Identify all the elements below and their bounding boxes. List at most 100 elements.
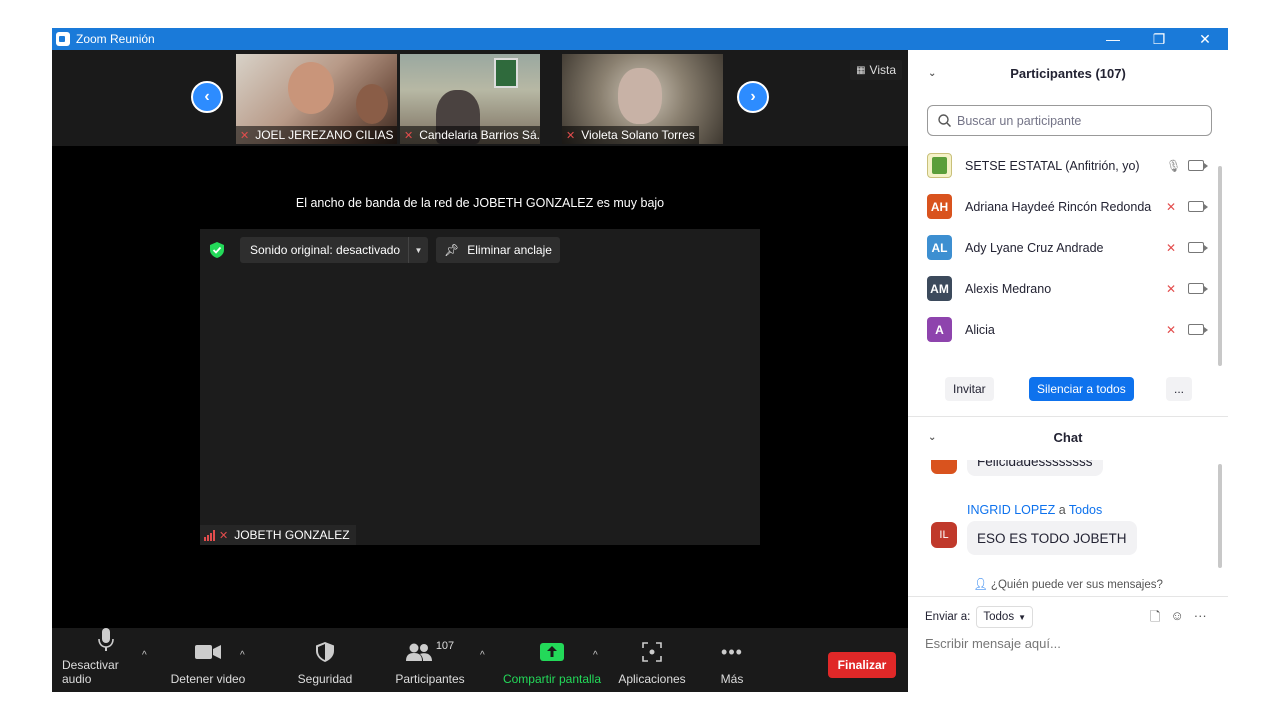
participant-row[interactable]: A Alicia ✕ (908, 309, 1218, 350)
participant-search-input[interactable]: Buscar un participante (927, 105, 1212, 136)
mic-muted-icon[interactable]: ✕ (1166, 241, 1176, 255)
mic-muted-icon[interactable]: ✕ (1166, 282, 1176, 296)
chevron-right-icon: › (750, 88, 756, 105)
chat-header: ⌄ Chat (928, 429, 1083, 445)
video-thumbnail[interactable]: ✕ Violeta Solano Torres (562, 54, 723, 144)
organization-logo-icon (932, 157, 947, 174)
minimize-button[interactable]: — (1090, 28, 1136, 50)
active-speaker-name: ✕ JOBETH GONZALEZ (200, 525, 356, 545)
avatar: A (927, 317, 952, 342)
share-screen-button[interactable]: Compartir pantalla (500, 628, 604, 692)
participant-row[interactable]: AM Alexis Medrano ✕ (908, 268, 1218, 309)
send-to-row: Enviar a: Todos ▼ (925, 606, 1033, 628)
collapse-chat-chevron-icon[interactable]: ⌄ (928, 432, 936, 443)
participant-row[interactable]: AL Ady Lyane Cruz Andrade ✕ (908, 227, 1218, 268)
camera-icon[interactable] (1188, 160, 1208, 171)
microphone-icon[interactable]: 🎙︎ (1166, 159, 1181, 173)
mute-all-button[interactable]: Silenciar a todos (1029, 377, 1134, 401)
thumbnail-name: ✕ JOEL JEREZANO CILIAS (236, 126, 397, 144)
mic-muted-icon[interactable]: ✕ (1166, 200, 1176, 214)
camera-icon[interactable] (1188, 324, 1208, 335)
mic-muted-icon: ✕ (219, 529, 229, 542)
emoji-icon[interactable]: ☺︎ (1170, 608, 1183, 630)
search-icon (938, 114, 951, 127)
video-thumbnail[interactable]: ✕ JOEL JEREZANO CILIAS (236, 54, 397, 144)
thumbnail-name: ✕ Candelaria Barrios Sá... (400, 126, 540, 144)
grid-icon: ▦ (856, 64, 866, 76)
more-dots-icon[interactable]: ··· (1194, 608, 1207, 630)
message-sender: INGRID LOPEZ a Todos (967, 503, 1103, 517)
chat-message-input[interactable]: Escribir mensaje aquí... (925, 636, 1061, 651)
end-meeting-button[interactable]: Finalizar (828, 652, 896, 678)
chevron-down-icon[interactable]: ▼ (408, 237, 428, 263)
restore-button[interactable]: ❐ (1136, 28, 1182, 50)
avatar: IL (931, 522, 957, 548)
mic-muted-icon[interactable]: ✕ (1166, 323, 1176, 337)
video-options-chevron-icon[interactable]: ^ (240, 650, 245, 661)
active-speaker-video[interactable]: Sonido original: desactivado ▼ 📌︎ Elimin… (200, 229, 760, 545)
divider (908, 416, 1228, 417)
unpin-button[interactable]: 📌︎ Eliminar anclaje (436, 237, 560, 263)
zoom-logo-icon (56, 32, 70, 46)
view-button[interactable]: ▦ Vista (850, 60, 902, 80)
participant-face (288, 62, 334, 114)
mute-audio-button[interactable]: Desactivar audio (62, 628, 150, 692)
participant-row[interactable]: AH Adriana Haydeé Rincón Redonda ✕ (908, 186, 1218, 227)
pin-icon: 📌︎ (444, 243, 460, 257)
avatar: AH (927, 194, 952, 219)
thumbnail-name: ✕ Violeta Solano Torres (562, 126, 699, 144)
more-dots-icon: ••• (721, 642, 743, 662)
close-button[interactable]: ✕ (1182, 28, 1228, 50)
window-title: Zoom Reunión (76, 32, 155, 46)
title-bar: Zoom Reunión — ❐ ✕ (52, 28, 1228, 50)
camera-icon (195, 638, 221, 666)
file-icon[interactable]: 🗋︎ (1150, 608, 1160, 630)
wall-poster (494, 58, 518, 88)
participant-actions: Invitar Silenciar a todos ... (908, 377, 1228, 401)
divider (908, 596, 1228, 597)
participants-count: 107 (435, 640, 455, 652)
share-options-chevron-icon[interactable]: ^ (593, 650, 598, 661)
next-page-button[interactable]: › (737, 81, 769, 113)
bandwidth-notice: El ancho de banda de la red de JOBETH GO… (295, 196, 665, 210)
meeting-toolbar: Desactivar audio ^ Detener video ^ Segur… (52, 628, 908, 692)
collapse-participants-chevron-icon[interactable]: ⌄ (928, 68, 936, 79)
avatar: AM (927, 276, 952, 301)
thumbnail-strip: ‹ ✕ JOEL JEREZANO CILIAS ✕ Candelaria Ba… (52, 50, 908, 146)
mic-muted-icon: ✕ (404, 129, 414, 142)
participants-header: ⌄ Participantes (107) (928, 65, 1126, 81)
participants-options-chevron-icon[interactable]: ^ (480, 650, 485, 661)
video-thumbnail[interactable]: ✕ Candelaria Barrios Sá... (400, 54, 540, 144)
camera-icon[interactable] (1188, 242, 1208, 253)
original-sound-button[interactable]: Sonido original: desactivado (240, 237, 411, 263)
camera-icon[interactable] (1188, 283, 1208, 294)
more-options-button[interactable]: ... (1166, 377, 1193, 401)
stop-video-button[interactable]: Detener video (166, 628, 250, 692)
mic-muted-icon: ✕ (240, 129, 250, 142)
video-stage: ‹ ✕ JOEL JEREZANO CILIAS ✕ Candelaria Ba… (52, 50, 908, 628)
apps-icon (642, 638, 662, 666)
prev-page-button[interactable]: ‹ (191, 81, 223, 113)
recipient-select[interactable]: Todos ▼ (976, 606, 1033, 628)
message-visibility-link[interactable]: 👤︎ ¿Quién puede ver sus mensajes? (908, 577, 1228, 591)
audio-options-chevron-icon[interactable]: ^ (142, 650, 147, 661)
camera-icon[interactable] (1188, 201, 1208, 212)
user-privacy-icon: 👤︎ (973, 579, 988, 591)
chevron-down-icon: ▼ (1018, 612, 1026, 622)
shield-icon (316, 638, 334, 666)
side-panel: ⌄ Participantes (107) Buscar un particip… (908, 50, 1228, 692)
invite-button[interactable]: Invitar (945, 377, 994, 401)
participants-icon: 107 (405, 638, 455, 666)
participant-list-scrollbar[interactable] (1218, 166, 1222, 366)
more-button[interactable]: ••• Más (708, 628, 756, 692)
security-button[interactable]: Seguridad (290, 628, 360, 692)
apps-button[interactable]: Aplicaciones (614, 628, 690, 692)
participants-button[interactable]: 107 Participantes (392, 628, 468, 692)
microphone-icon (98, 628, 114, 652)
avatar (931, 460, 957, 474)
avatar: AL (927, 235, 952, 260)
chevron-left-icon: ‹ (204, 88, 210, 105)
shield-check-icon (210, 242, 224, 258)
participant-row[interactable]: SETSE ESTATAL (Anfitrión, yo) 🎙︎ (908, 145, 1218, 186)
chat-scrollbar[interactable] (1218, 464, 1222, 568)
